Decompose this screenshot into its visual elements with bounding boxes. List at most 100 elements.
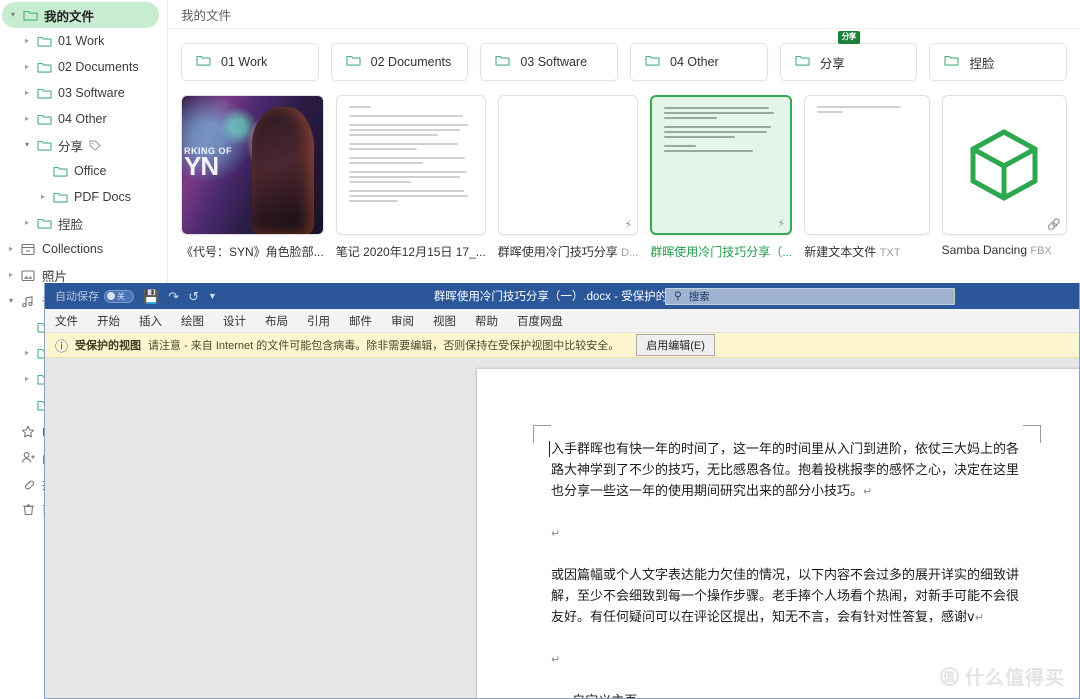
chevron-right-icon[interactable]: ▸ xyxy=(20,349,34,357)
folder-card[interactable]: 04 Other xyxy=(630,43,768,81)
thumb-text-line xyxy=(817,106,901,108)
file-name: 群晖使用冷门技巧分享（... xyxy=(650,245,793,259)
paragraph-text: 一. 自定义主页 xyxy=(551,694,637,698)
ribbon-tab-引用[interactable]: 引用 xyxy=(307,313,330,329)
folder-card-label: 01 Work xyxy=(221,55,268,69)
ribbon-tab-布局[interactable]: 布局 xyxy=(265,313,288,329)
sidebar-item-03 Software[interactable]: ▸ 03 Software xyxy=(0,80,167,106)
sidebar-item-Collections[interactable]: ▸ Collections xyxy=(0,236,167,262)
file-item[interactable]: RKING OF YN 《代号：SYN》角色脸部... xyxy=(181,95,324,260)
thumb-text-line xyxy=(817,111,844,113)
folder-card[interactable]: 捏脸 xyxy=(929,43,1068,81)
file-item[interactable]: 🔗 Samba Dancing FBX xyxy=(941,95,1067,260)
file-thumbnail[interactable] xyxy=(335,95,486,235)
sidebar-item-Office[interactable]: Office xyxy=(0,158,167,184)
ribbon-tab-文件[interactable]: 文件 xyxy=(55,313,78,329)
file-item[interactable]: ⚡ 群晖使用冷门技巧分享 D... xyxy=(497,95,639,260)
customize-qat-icon[interactable]: ▼ xyxy=(208,291,217,301)
folder-card[interactable]: 02 Documents xyxy=(330,43,469,81)
chevron-down-icon[interactable]: ▾ xyxy=(6,11,20,19)
file-thumbnail[interactable]: ⚡ xyxy=(497,95,639,235)
ribbon-tab-开始[interactable]: 开始 xyxy=(97,313,120,329)
file-thumbnail[interactable] xyxy=(804,95,930,235)
autosave-toggle[interactable]: 关 xyxy=(104,289,134,303)
thumb-text-line xyxy=(664,150,754,152)
undo-icon[interactable]: ↷ xyxy=(168,290,179,303)
redo-icon[interactable]: ↺ xyxy=(188,290,199,303)
ribbon-tab-审阅[interactable]: 审阅 xyxy=(391,313,414,329)
chevron-down-icon[interactable]: ▾ xyxy=(20,141,34,149)
thumb-text-line xyxy=(664,136,735,138)
file-caption: 笔记 2020年12月15日 17_... xyxy=(336,243,486,260)
autosave-control[interactable]: 自动保存 关 xyxy=(55,288,134,304)
paragraph-text: 入手群晖也有快一年的时间了，这一年的时间里从入门到进阶，依仗三大妈上的各路大神学… xyxy=(551,442,1020,499)
file-caption: 《代号：SYN》角色脸部... xyxy=(181,243,324,260)
sidebar-item-01 Work[interactable]: ▸ 01 Work xyxy=(0,28,167,54)
document-page[interactable]: 入手群晖也有快一年的时间了，这一年的时间里从入门到进阶，依仗三大妈上的各路大神学… xyxy=(477,369,1079,698)
chevron-right-icon[interactable]: ▸ xyxy=(4,271,18,279)
chevron-right-icon[interactable]: ▸ xyxy=(20,89,34,97)
chevron-down-icon[interactable]: ▾ xyxy=(4,297,18,305)
paragraph-text: 或因篇幅或个人文字表达能力欠佳的情况，以下内容不会过多的展开详实的细致讲解，至少… xyxy=(551,568,1020,625)
shield-icon: ⓘ xyxy=(55,338,69,354)
autosave-label: 自动保存 xyxy=(55,291,99,303)
lightning-icon: ⚡ xyxy=(777,218,786,230)
word-title-bar[interactable]: 自动保存 关 💾 ↷ ↺ ▼ 群晖使用冷门技巧分享（一）.docx - 受保护的… xyxy=(45,283,1079,309)
folder-card[interactable]: 01 Work xyxy=(181,43,319,81)
ribbon-tab-视图[interactable]: 视图 xyxy=(433,313,456,329)
ribbon-tab-帮助[interactable]: 帮助 xyxy=(475,313,498,329)
chevron-right-icon[interactable]: ▸ xyxy=(20,375,34,383)
file-thumbnail[interactable]: RKING OF YN xyxy=(181,95,324,235)
sidebar-item-label: 04 Other xyxy=(58,112,107,126)
folder-icon xyxy=(196,54,211,70)
folder-card-label: 02 Documents xyxy=(370,55,452,69)
file-item[interactable]: 新建文本文件 TXT xyxy=(804,95,930,260)
file-name: 新建文本文件 xyxy=(804,245,877,259)
save-icon[interactable]: 💾 xyxy=(143,290,159,303)
file-thumbnail[interactable]: ⚡ xyxy=(650,95,793,235)
file-item[interactable]: ⚡ 群晖使用冷门技巧分享（... xyxy=(650,95,793,260)
file-extension: TXT xyxy=(879,247,901,259)
chevron-right-icon[interactable]: ▸ xyxy=(20,115,34,123)
search-icon: ⚲ xyxy=(674,290,682,302)
tag-icon xyxy=(89,140,101,151)
breadcrumb[interactable]: 我的文件 xyxy=(168,0,1080,29)
file-grid: RKING OF YN 《代号：SYN》角色脸部... 笔记 2020年12月15… xyxy=(168,81,1080,260)
thumb-text-line xyxy=(348,115,463,117)
chevron-right-icon[interactable]: ▸ xyxy=(20,63,34,71)
sidebar-item-02 Documents[interactable]: ▸ 02 Documents xyxy=(0,54,167,80)
ribbon-tab-插入[interactable]: 插入 xyxy=(139,313,162,329)
thumb-text-line xyxy=(348,106,372,108)
file-item[interactable]: 笔记 2020年12月15日 17_... xyxy=(335,95,486,260)
sidebar-item-label: 03 Software xyxy=(58,86,125,100)
thumb-text-line xyxy=(664,107,770,109)
ribbon-tab-百度网盘[interactable]: 百度网盘 xyxy=(517,313,563,329)
chevron-right-icon[interactable]: ▸ xyxy=(20,37,34,45)
ribbon-tabs: 文件 开始 插入 绘图 设计 布局 引用 邮件 审阅 视图 帮助 百度网盘 xyxy=(45,309,1079,333)
word-window[interactable]: 自动保存 关 💾 ↷ ↺ ▼ 群晖使用冷门技巧分享（一）.docx - 受保护的… xyxy=(44,283,1080,699)
enable-editing-button[interactable]: 启用编辑(E) xyxy=(636,334,715,356)
search-box[interactable]: ⚲ 搜索 xyxy=(665,287,955,305)
sidebar-item-PDF Docs[interactable]: ▸ PDF Docs xyxy=(0,184,167,210)
ribbon-tab-设计[interactable]: 设计 xyxy=(223,313,246,329)
protected-view-bar: ⓘ 受保护的视图 请注意 - 来自 Internet 的文件可能包含病毒。除非需… xyxy=(45,333,1079,358)
folder-card[interactable]: 分享 分享 xyxy=(779,31,918,81)
sidebar-item-分享[interactable]: ▾ 分享 xyxy=(0,132,167,158)
thumb-text-line xyxy=(348,129,461,131)
image-preview: RKING OF YN xyxy=(182,96,323,234)
ribbon-tab-邮件[interactable]: 邮件 xyxy=(349,313,372,329)
folder-card[interactable]: 03 Software xyxy=(480,43,619,81)
chevron-right-icon[interactable]: ▸ xyxy=(4,245,18,253)
chevron-right-icon[interactable]: ▸ xyxy=(36,193,50,201)
folder-icon xyxy=(34,217,54,230)
sidebar-item-捏脸[interactable]: ▸ 捏脸 xyxy=(0,210,167,236)
folder-icon xyxy=(34,35,54,48)
file-thumbnail[interactable]: 🔗 xyxy=(941,95,1067,235)
ribbon-tab-绘图[interactable]: 绘图 xyxy=(181,313,204,329)
chevron-right-icon[interactable]: ▸ xyxy=(20,219,34,227)
quick-access-toolbar: 自动保存 关 💾 ↷ ↺ ▼ xyxy=(45,288,217,304)
image-overlay-text: RKING OF YN xyxy=(184,145,232,181)
pilcrow-mark: ↵ xyxy=(637,695,646,698)
sidebar-item-我的文件[interactable]: ▾ 我的文件 xyxy=(2,2,159,28)
sidebar-item-04 Other[interactable]: ▸ 04 Other xyxy=(0,106,167,132)
